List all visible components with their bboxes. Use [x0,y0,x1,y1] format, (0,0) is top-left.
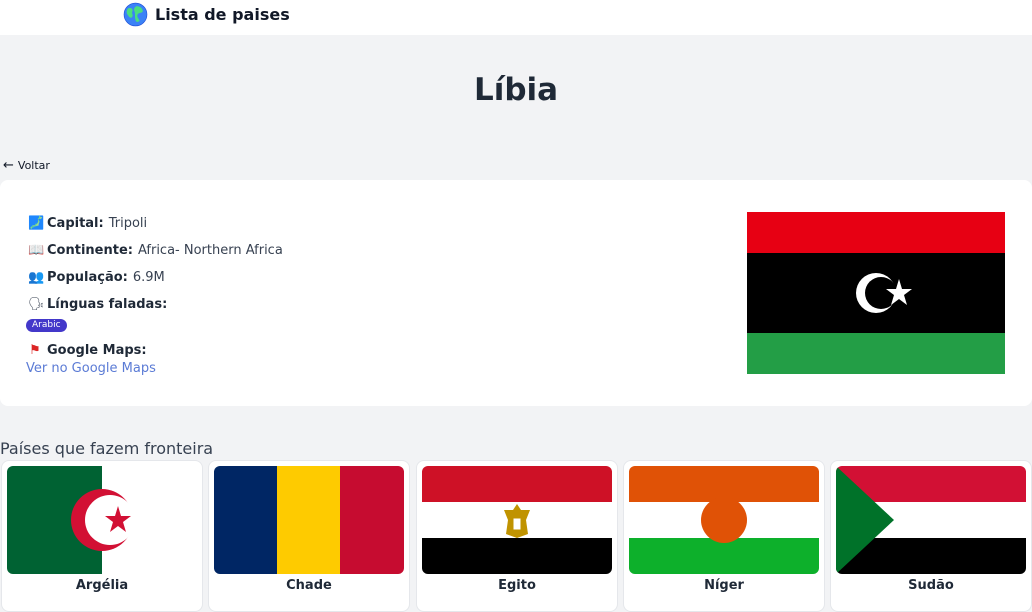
languages-row: 🗣 Línguas faladas: [28,297,167,312]
niger-flag [629,466,819,574]
border-name: Egito [498,578,536,593]
back-label: Voltar [17,159,50,172]
people-icon: 👥 [28,270,45,285]
border-card-algeria[interactable]: Argélia [1,460,203,612]
continent-label: Continente: [47,243,133,258]
border-name: Chade [286,578,332,593]
border-card-niger[interactable]: Níger [623,460,825,612]
back-button[interactable]: ← Voltar [3,159,50,172]
capital-label: Capital: [47,216,104,231]
page-title: Líbia [473,72,559,108]
chad-flag [214,466,404,574]
border-name: Argélia [75,578,129,593]
population-value: 6.9M [132,270,165,285]
map-icon: 🗾 [28,216,45,231]
google-maps-link[interactable]: Ver no Google Maps [26,361,156,376]
languages-label: Línguas faladas: [47,297,168,312]
borders-heading: Países que fazem fronteira [0,439,214,458]
population-label: População: [47,270,128,285]
border-card-egypt[interactable]: Egito [416,460,618,612]
speaking-head-icon: 🗣 [28,297,45,312]
brand-link[interactable]: Lista de paises [123,1,290,27]
libya-flag [747,212,1005,374]
maps-label: Google Maps: [47,343,147,358]
top-navbar: Lista de paises [0,0,1032,35]
sudan-flag [836,466,1026,574]
border-card-sudan[interactable]: Sudão [830,460,1032,612]
egypt-flag [422,466,612,574]
book-icon: 📖 [28,243,45,258]
border-card-chad[interactable]: Chade [208,460,410,612]
flag-icon: ⚑ [29,343,41,358]
border-name: Sudão [908,578,954,593]
brand-title: Lista de paises [155,4,290,24]
country-info-card: 🗾 Capital: Tripoli 📖 Continente: Africa-… [0,180,1032,406]
algeria-flag [7,466,197,574]
maps-row: ⚑ Google Maps: [28,343,147,358]
language-badge: Arabic [26,319,67,332]
population-row: 👥 População: 6.9M [28,270,165,285]
arrow-left-icon: ← [3,158,14,173]
globe-icon [123,2,148,26]
continent-value: Africa- Northern Africa [137,243,283,258]
border-name: Níger [704,578,744,593]
capital-row: 🗾 Capital: Tripoli [28,216,147,231]
continent-row: 📖 Continente: Africa- Northern Africa [28,243,283,258]
capital-value: Tripoli [108,216,148,231]
